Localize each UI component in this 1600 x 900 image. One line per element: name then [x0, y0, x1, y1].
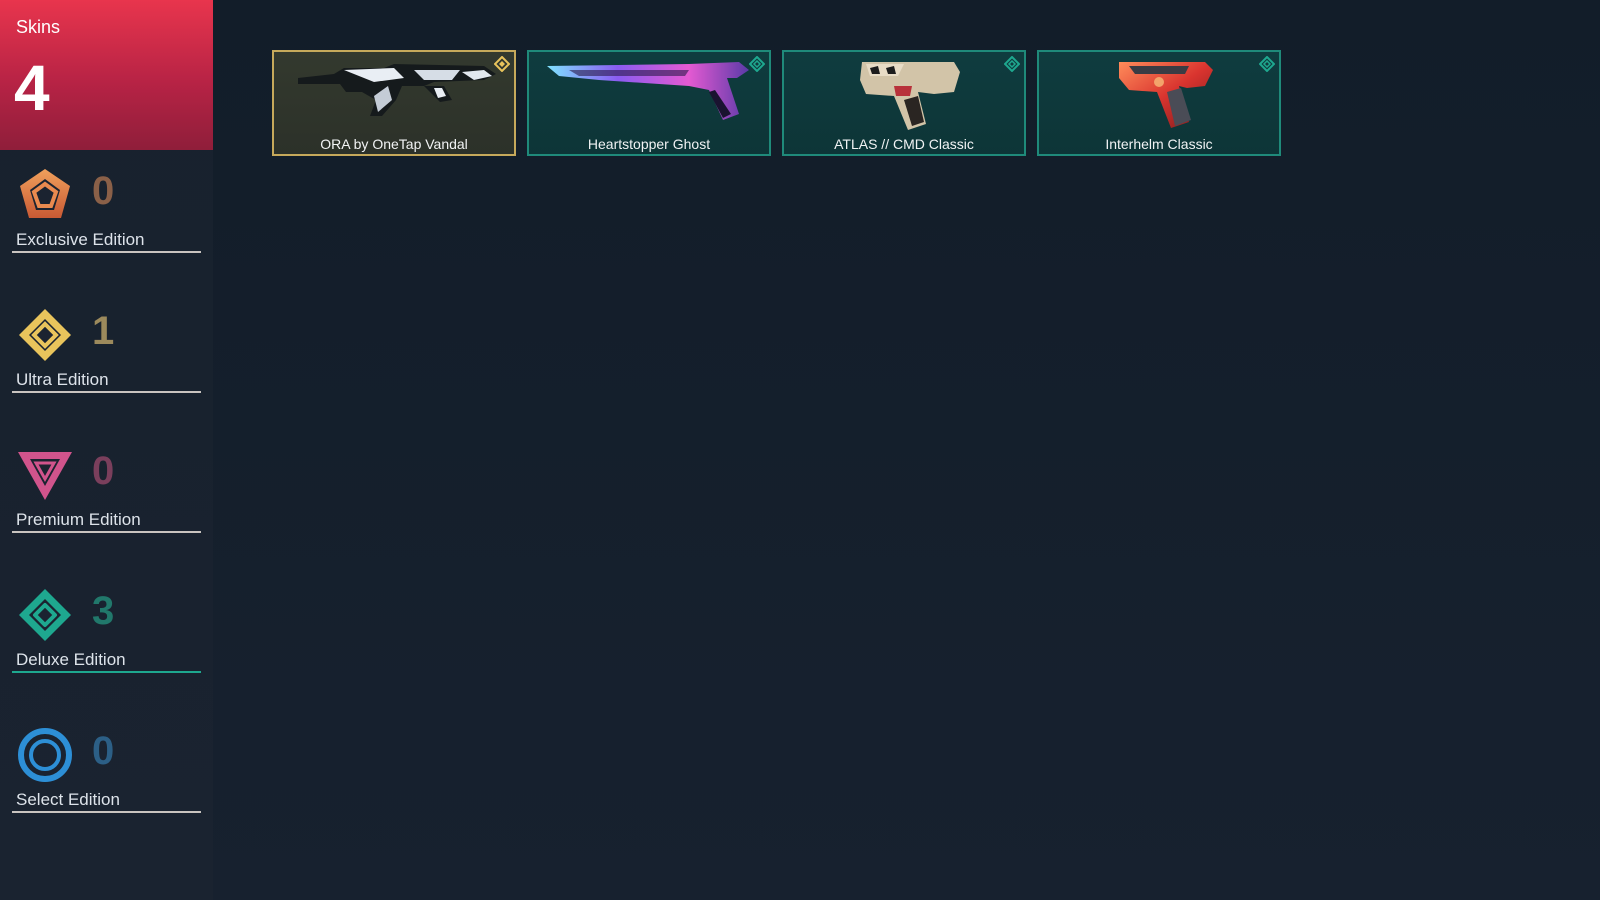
classic-pistol-image — [1119, 62, 1213, 128]
tier-label: Deluxe Edition — [16, 650, 126, 669]
tier-select[interactable]: 0 Select Edition — [12, 710, 201, 813]
skin-name: ATLAS // CMD Classic — [834, 136, 974, 152]
tier-label: Premium Edition — [16, 510, 141, 529]
skin-name: Interhelm Classic — [1105, 136, 1213, 152]
tier-exclusive[interactable]: 0 Exclusive Edition — [12, 150, 201, 253]
tier-count: 0 — [92, 729, 115, 773]
tier-premium[interactable]: 0 Premium Edition — [12, 430, 201, 533]
tier-deluxe[interactable]: 3 Deluxe Edition — [12, 570, 201, 673]
tier-underline — [12, 531, 201, 533]
vandal-rifle-image — [298, 64, 496, 116]
deluxe-edition-icon — [1004, 56, 1020, 72]
tier-underline — [12, 811, 201, 813]
tier-label: Ultra Edition — [16, 370, 109, 389]
skin-name: Heartstopper Ghost — [587, 136, 711, 152]
premium-edition-icon — [18, 452, 72, 500]
tier-label: Exclusive Edition — [16, 230, 145, 249]
ultra-edition-icon — [19, 309, 71, 361]
ghost-pistol-image — [547, 62, 749, 120]
skin-name: ORA by OneTap Vandal — [320, 136, 468, 152]
select-edition-icon — [18, 728, 72, 782]
tier-underline — [12, 251, 201, 253]
tier-count: 0 — [92, 449, 115, 493]
tier-underline — [12, 391, 201, 393]
skins-title: Skins — [16, 17, 61, 37]
skins-summary[interactable]: Skins 4 — [0, 0, 213, 150]
tier-ultra[interactable]: 1 Ultra Edition — [12, 290, 201, 393]
tier-count: 1 — [92, 309, 115, 353]
skins-count: 4 — [14, 52, 50, 124]
tier-count: 0 — [92, 169, 115, 213]
skin-card[interactable]: ATLAS // CMD Classic — [782, 50, 1026, 156]
classic-pistol-image — [860, 62, 960, 130]
exclusive-edition-icon — [20, 169, 70, 218]
deluxe-edition-icon — [1259, 56, 1275, 72]
deluxe-edition-icon — [749, 56, 765, 72]
deluxe-edition-icon — [19, 589, 71, 641]
skin-card[interactable]: Heartstopper Ghost — [527, 50, 771, 156]
sidebar: Skins 4 0 Exclusive Edition 1 Ultra Edit… — [0, 0, 213, 900]
tier-count: 3 — [92, 589, 115, 633]
tier-underline — [12, 671, 201, 673]
tier-label: Select Edition — [16, 790, 120, 809]
skin-card[interactable]: ORA by OneTap Vandal — [272, 50, 516, 156]
collection-screen: Skins 4 0 Exclusive Edition 1 Ultra Edit… — [0, 0, 1600, 900]
skin-card[interactable]: Interhelm Classic — [1037, 50, 1281, 156]
ultra-edition-icon — [494, 56, 510, 72]
